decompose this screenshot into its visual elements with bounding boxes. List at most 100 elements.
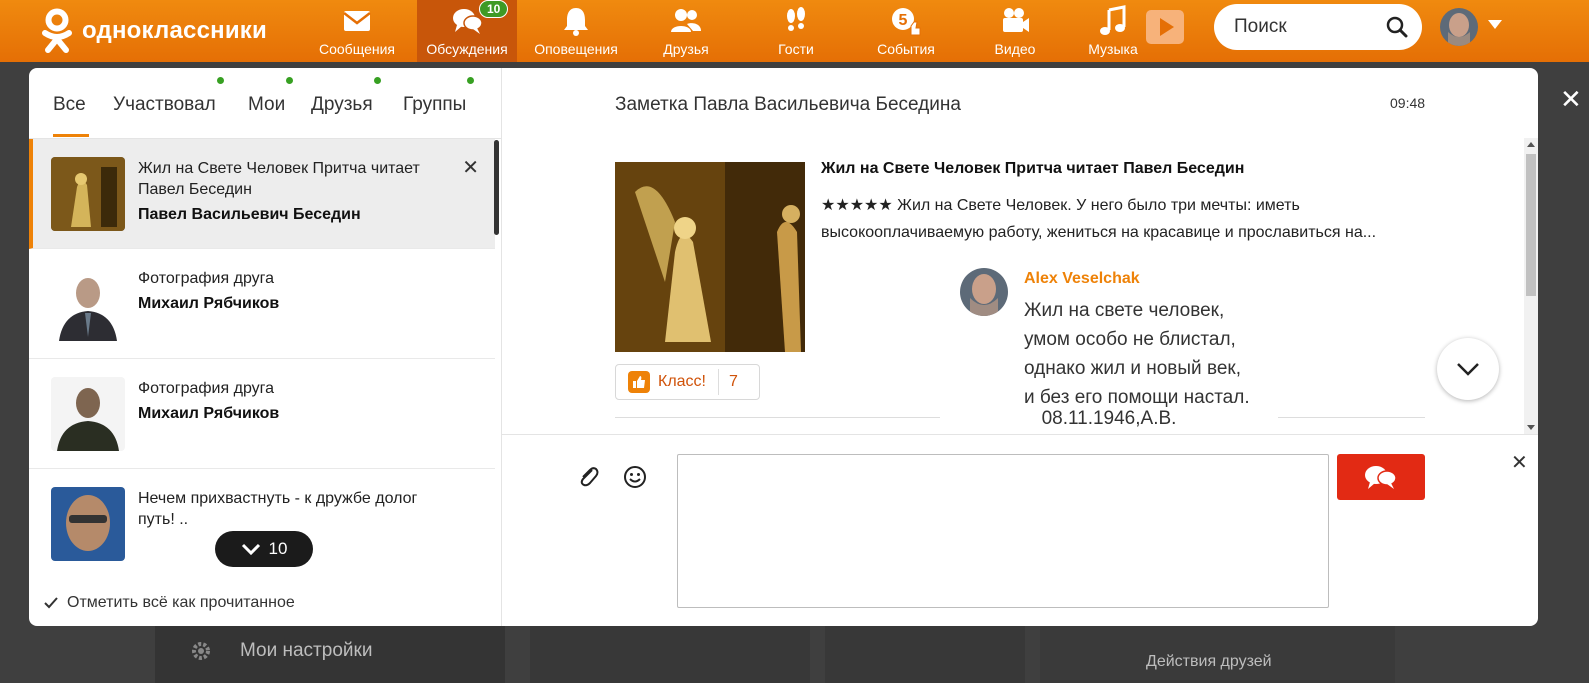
video-camera-icon [1003, 8, 1029, 32]
discussion-item[interactable]: Жил на Свете Человек Притча читает Павел… [29, 139, 495, 249]
discussion-text: Нечем прихвастнуть - к дружбе долог путь… [138, 488, 428, 530]
send-button[interactable] [1337, 454, 1425, 500]
discussion-text: Фотография друга Михаил Рябчиков [138, 268, 428, 314]
account-menu-chevron-down-icon[interactable] [1488, 20, 1502, 29]
tab-label: Все [53, 94, 86, 115]
nav-label: Музыка [1088, 41, 1138, 57]
discussion-tabs: Все Участвовал Мои Друзья Группы [29, 68, 501, 139]
attach-button[interactable] [575, 464, 601, 495]
scrollbar-thumb[interactable] [1526, 154, 1536, 296]
tab-friends[interactable]: Друзья [311, 77, 381, 116]
music-play-button[interactable] [1146, 10, 1184, 44]
list-scrollbar[interactable] [494, 140, 499, 235]
unread-dot [286, 77, 294, 84]
discussion-text: Фотография друга Михаил Рябчиков [138, 378, 428, 424]
nav-label: Гости [778, 41, 814, 57]
composer-divider [502, 434, 1538, 435]
user-avatar[interactable] [1440, 8, 1478, 46]
thumbs-up-icon [628, 371, 650, 393]
discussion-title: Фотография друга [138, 380, 275, 397]
tab-label: Друзья [311, 94, 373, 115]
nav-notifications[interactable]: Оповещения [526, 0, 626, 62]
scroll-up-arrow-icon[interactable] [1527, 142, 1535, 147]
friends-icon [671, 9, 701, 32]
gear-icon [192, 642, 210, 660]
search-box[interactable] [1214, 4, 1422, 50]
nav-friends[interactable]: Друзья [636, 0, 736, 62]
chat-time: 09:48 [1390, 95, 1426, 111]
tab-all[interactable]: Все [53, 94, 86, 116]
chat-scrollbar[interactable] [1524, 138, 1538, 434]
message-input[interactable] [677, 454, 1329, 608]
klass-like-button[interactable]: Класс! 7 [615, 364, 760, 400]
emoji-button[interactable] [622, 464, 648, 495]
more-discussions-button[interactable]: 10 [215, 531, 313, 567]
tab-participated[interactable]: Участвовал [113, 77, 224, 116]
nav-messages[interactable]: Сообщения [307, 0, 407, 62]
discussion-author: Михаил Рябчиков [138, 295, 280, 312]
background-close-icon: ✕ [1560, 84, 1582, 114]
mark-all-read-button[interactable]: Отметить всё как прочитанное [43, 594, 295, 612]
play-icon [1160, 18, 1174, 36]
discussion-title: Нечем прихвастнуть - к дружбе долог путь… [138, 490, 418, 528]
note-title[interactable]: Жил на Свете Человек Притча читает Павел… [821, 160, 1244, 178]
background-card [825, 626, 1025, 683]
discussion-title: Жил на Свете Человек Притча читает Павел… [138, 160, 420, 198]
note-image[interactable] [615, 162, 805, 352]
nav-label: Сообщения [319, 41, 395, 57]
chat-title: Заметка Павла Васильевича Беседина [615, 94, 961, 115]
music-note-icon [1100, 5, 1126, 35]
logo-text: одноклассники [82, 17, 267, 44]
comment-author[interactable]: Alex Veselchak [1024, 270, 1140, 288]
tab-mine[interactable]: Мои [248, 77, 294, 116]
checkmark-icon [44, 597, 58, 609]
search-input[interactable] [1232, 15, 1376, 39]
comment-line: умом особо не блистал, [1024, 329, 1236, 350]
close-icon[interactable]: ✕ [1511, 450, 1528, 475]
tab-label: Группы [403, 94, 467, 115]
footprints-icon [787, 7, 805, 31]
active-tab-indicator [53, 134, 89, 137]
bell-icon [564, 8, 588, 36]
envelope-icon [343, 11, 371, 31]
nav-events[interactable]: 5 События [856, 0, 956, 62]
nav-guests[interactable]: Гости [746, 0, 846, 62]
comment-line: однако жил и новый век, [1024, 358, 1241, 379]
close-icon[interactable]: ✕ [462, 155, 479, 180]
note-text: ★★★★★ Жил на Свете Человек. У него было … [821, 197, 1377, 241]
smiley-icon [624, 466, 646, 488]
send-message-icon [1365, 466, 1397, 489]
chevron-down-icon [1457, 363, 1479, 376]
klass-label: Класс! [658, 373, 706, 390]
discussion-item[interactable]: Фотография друга Михаил Рябчиков [29, 249, 495, 359]
discussion-chat-pane: Заметка Павла Васильевича Беседина 09:48… [502, 68, 1538, 626]
discussion-text: Жил на Свете Человек Притча читает Павел… [138, 158, 428, 225]
discussion-item[interactable]: Фотография друга Михаил Рябчиков [29, 359, 495, 469]
discussion-thumbnail [51, 157, 125, 231]
scroll-to-bottom-button[interactable] [1437, 338, 1499, 400]
paperclip-icon [580, 467, 599, 487]
discussion-thumbnail [51, 487, 125, 561]
ok-logo[interactable]: одноклассники [40, 8, 267, 54]
scroll-down-arrow-icon[interactable] [1527, 425, 1535, 430]
nav-label: Оповещения [534, 41, 618, 57]
nav-label: События [877, 41, 935, 57]
chevron-down-icon [241, 543, 260, 555]
nav-label: Обсуждения [426, 41, 508, 57]
tab-label: Участвовал [113, 94, 216, 115]
discussion-author: Михаил Рябчиков [138, 405, 280, 422]
tab-groups[interactable]: Группы [403, 77, 475, 116]
search-icon[interactable] [1386, 16, 1408, 38]
user-avatar-image [1440, 8, 1478, 46]
events-icon: 5 [892, 8, 921, 36]
unread-dot [216, 77, 224, 84]
comment-avatar[interactable] [960, 268, 1008, 316]
discussions-modal: Все Участвовал Мои Друзья Группы Жил на … [29, 68, 1538, 626]
nav-discussions[interactable]: 10 Обсуждения [417, 0, 517, 62]
comment-signature: 08.11.1946,А.В. [1041, 408, 1177, 429]
nav-video[interactable]: Видео [965, 0, 1065, 62]
nav-label: Друзья [663, 41, 709, 57]
discussion-title: Фотография друга [138, 270, 275, 287]
unread-dot [373, 77, 381, 84]
mark-all-read-label: Отметить всё как прочитанное [67, 594, 295, 611]
